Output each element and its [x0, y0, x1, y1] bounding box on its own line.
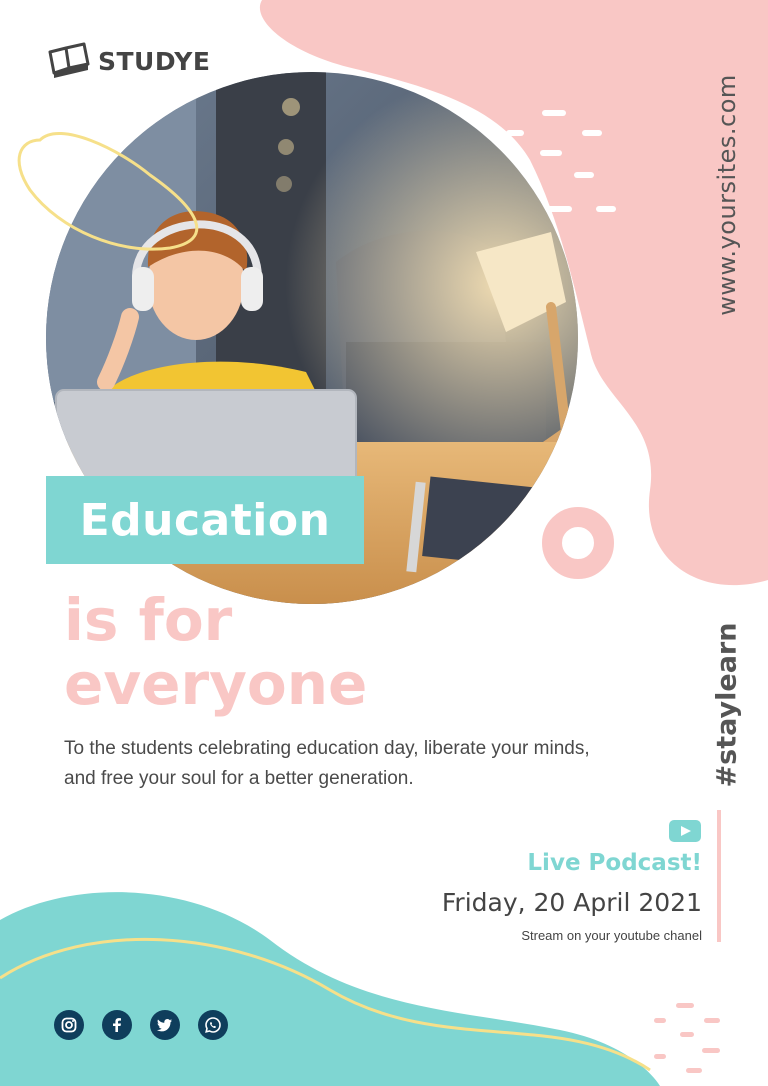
- headline-line-2: is for: [64, 586, 233, 654]
- social-links: [54, 1010, 228, 1040]
- website-vertical: www.yoursites.com: [705, 60, 749, 330]
- hashtag-vertical: #staylearn: [705, 620, 749, 790]
- whatsapp-icon[interactable]: [198, 1010, 228, 1040]
- instagram-icon[interactable]: [54, 1010, 84, 1040]
- headline-highlight: Education: [79, 494, 331, 546]
- event-note: Stream on your youtube chanel: [521, 928, 702, 943]
- brand-logo: STUDYE: [46, 42, 210, 80]
- headline-highlight-box: Education: [46, 476, 364, 564]
- event-date: Friday, 20 April 2021: [441, 888, 702, 917]
- dash-marks-bottom: [654, 1003, 720, 1073]
- poster: STUDYE Education is for everyone To the …: [0, 0, 768, 1086]
- brand-name: STUDYE: [98, 46, 211, 76]
- website-url[interactable]: www.yoursites.com: [713, 74, 741, 316]
- event-divider: [717, 810, 721, 942]
- body-paragraph: To the students celebrating education da…: [64, 738, 590, 789]
- hashtag: #staylearn: [711, 622, 743, 788]
- youtube-icon[interactable]: [669, 820, 701, 842]
- headline-line-3: everyone: [64, 650, 368, 718]
- twitter-icon[interactable]: [150, 1010, 180, 1040]
- pink-ring: [542, 507, 614, 579]
- open-book-icon: [48, 42, 90, 78]
- facebook-icon[interactable]: [102, 1010, 132, 1040]
- event-title: Live Podcast!: [527, 850, 702, 876]
